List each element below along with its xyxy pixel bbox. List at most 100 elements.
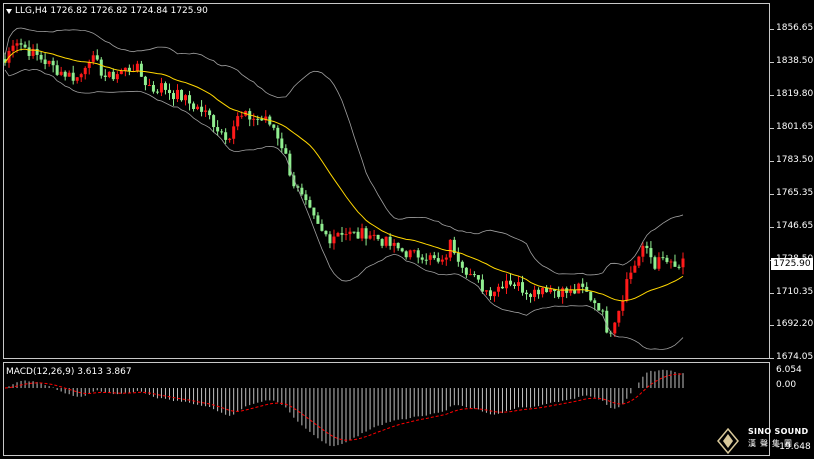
candle-body	[320, 223, 324, 231]
candle-body	[107, 71, 111, 77]
candle-body	[115, 74, 119, 80]
logo-name: SINO SOUND	[748, 427, 809, 436]
candle-body	[484, 290, 488, 292]
candle-body	[328, 234, 332, 244]
candle-body	[332, 236, 336, 244]
price-tick	[770, 193, 774, 195]
candle-body	[304, 194, 308, 201]
candle-body	[119, 70, 123, 75]
candle-body	[653, 257, 657, 269]
symbol-header[interactable]: LLG,H4 1726.82 1726.82 1724.84 1725.90	[6, 6, 208, 16]
macd-signal-line	[4, 373, 684, 441]
candle-body	[601, 310, 605, 312]
candle-body	[312, 207, 316, 216]
candle-body	[188, 95, 192, 104]
macd-tick-label: 0.00	[776, 380, 797, 390]
price-tick	[770, 128, 774, 130]
candle-body	[240, 115, 244, 117]
price-tick-label: 1801.65	[776, 122, 814, 133]
candle-body	[617, 310, 621, 323]
candle-body	[404, 251, 408, 258]
candle-body	[661, 257, 665, 259]
candle-body	[67, 72, 71, 77]
candle-body	[184, 95, 188, 101]
candle-body	[220, 131, 224, 133]
candle-body	[545, 287, 549, 293]
candle-body	[171, 93, 175, 100]
chart-window[interactable]: LLG,H4 1726.82 1726.82 1724.84 1725.90 M…	[0, 0, 814, 459]
candle-body	[376, 234, 380, 240]
price-tick-label: 1710.35	[776, 286, 814, 297]
price-tick	[770, 160, 774, 162]
candle-body	[589, 291, 593, 301]
candle-body	[11, 45, 15, 51]
candle-body	[55, 65, 59, 75]
candle-body	[513, 284, 517, 287]
price-tick	[770, 325, 774, 327]
candle-body	[673, 261, 677, 267]
candle-body	[212, 115, 216, 128]
candle-body	[557, 291, 561, 297]
current-price-tag: 1725.90	[771, 258, 813, 270]
candle-body	[151, 84, 155, 92]
macd-tick-label: 6.054	[776, 365, 802, 375]
price-tick-label: 1674.05	[776, 352, 814, 362]
price-tick	[770, 292, 774, 294]
candle-body	[464, 267, 468, 275]
candle-body	[167, 89, 171, 94]
candle-body	[95, 55, 99, 60]
candle-body	[43, 59, 47, 65]
macd-label: MACD(12,26,9) 3.613 3.867	[6, 367, 132, 377]
candle-body	[143, 76, 147, 86]
candle-body	[569, 290, 573, 293]
candle-body	[348, 231, 352, 235]
candle-body	[356, 231, 360, 239]
candle-body	[593, 300, 597, 304]
candle-body	[39, 54, 43, 60]
candle-body	[573, 290, 577, 294]
candle-body	[228, 138, 232, 140]
candle-body	[577, 283, 581, 294]
candle-body	[63, 71, 67, 77]
dropdown-triangle-icon[interactable]	[6, 8, 12, 14]
candle-body	[549, 288, 553, 293]
candle-body	[180, 89, 184, 101]
price-tick-label: 1819.80	[776, 89, 814, 100]
candle-body	[641, 245, 645, 257]
candle-body	[51, 60, 55, 66]
candle-body	[159, 83, 163, 93]
chart-canvas	[3, 27, 685, 447]
candle-body	[665, 257, 669, 262]
candle-body	[352, 231, 356, 233]
candle-body	[597, 303, 601, 311]
bollinger-lower-line	[4, 68, 684, 350]
candle-body	[476, 275, 480, 280]
candle-body	[581, 283, 585, 287]
candle-body	[35, 48, 39, 55]
candle-body	[585, 286, 589, 292]
candle-body	[416, 250, 420, 258]
candle-body	[364, 228, 368, 239]
candle-body	[83, 67, 87, 75]
candle-body	[432, 255, 436, 259]
candle-body	[633, 265, 637, 273]
candle-body	[224, 132, 228, 140]
candle-body	[444, 257, 448, 260]
candle-body	[15, 43, 19, 46]
candle-body	[496, 286, 500, 292]
candle-body	[232, 126, 236, 139]
candle-body	[440, 259, 444, 262]
candle-body	[236, 116, 240, 127]
candle-body	[216, 127, 220, 132]
candle-body	[537, 289, 541, 295]
bollinger-upper-line	[4, 27, 684, 276]
price-tick-label: 1783.50	[776, 154, 814, 165]
price-tick	[770, 29, 774, 30]
candle-body	[139, 63, 143, 77]
candle-body	[316, 215, 320, 224]
candle-body	[284, 148, 288, 154]
price-tick-label: 1746.65	[776, 221, 814, 232]
candle-body	[204, 110, 208, 112]
candle-body	[396, 242, 400, 249]
candle-body	[448, 239, 452, 258]
